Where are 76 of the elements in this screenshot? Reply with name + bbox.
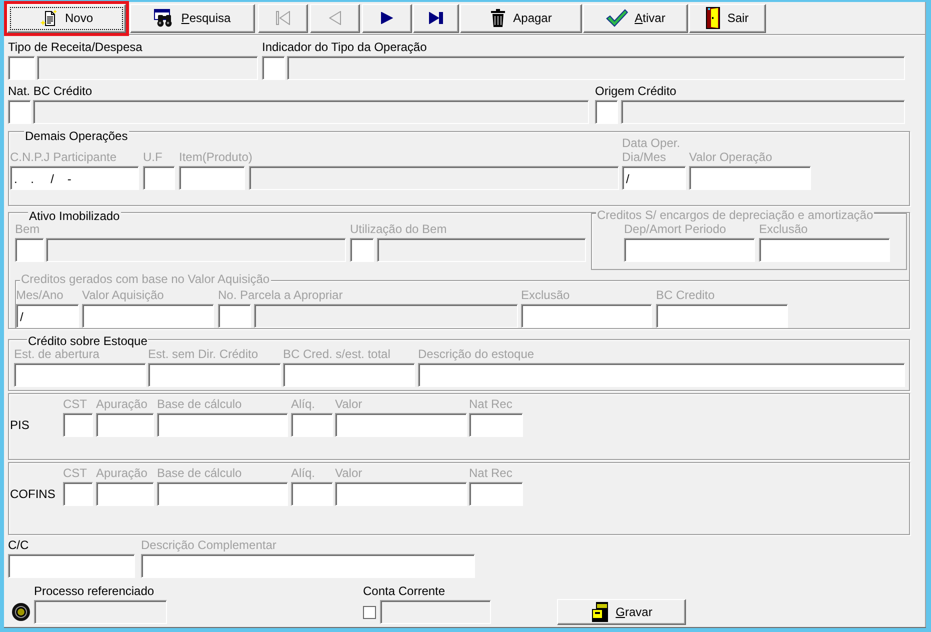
input-field[interactable] [8,100,31,124]
skip-end-icon [429,12,443,24]
delete-button[interactable]: Apagar [460,4,582,32]
next-record-button[interactable] [362,4,412,32]
field-label: Valor Aquisição [82,288,164,302]
input-field[interactable] [262,56,285,80]
field-label: Indicador do Tipo da Operação [262,40,427,54]
field-label: C/C [8,538,29,552]
field-label: Valor [335,397,362,411]
new-button[interactable]: Novo [7,4,126,32]
field-label: Est. de abertura [14,347,100,361]
field-label: Bem [15,222,40,236]
last-record-button[interactable] [413,4,459,32]
field-label: C.N.P.J Participante [10,150,116,164]
field-label: Alíq. [291,397,316,411]
field-label: BC Credito [656,288,715,302]
radio-button[interactable] [12,603,30,621]
field-label: CST [63,466,87,480]
field-label: Valor [335,466,362,480]
field-label: Item(Produto) [179,150,252,164]
skip-start-icon [276,11,290,25]
field-label: Descrição Complementar [141,538,276,552]
field-label: Nat Rec [469,397,512,411]
save-button[interactable]: Gravar [557,599,686,625]
readonly-field[interactable] [37,56,258,80]
field-label: Descrição do estoque [418,347,534,361]
row-label: COFINS [10,487,56,501]
search-button[interactable]: Pesquisa [130,4,255,32]
field-label: U.F [143,150,162,164]
field-label: Nat Rec [469,466,512,480]
document-icon [40,9,58,27]
field-label: Processo referenciado [34,584,154,598]
group-title: Ativo Imobilizado [28,209,121,223]
field-label: Valor Operação [689,150,772,164]
field-label: CST [63,397,87,411]
field-label: Alíq. [291,466,316,480]
door-icon [706,7,720,29]
field-label: Apuração [96,397,148,411]
input-field[interactable] [595,100,618,124]
field-label: Exclusão [759,222,808,236]
readonly-field[interactable] [287,56,905,80]
group-title: Creditos gerados com base no Valor Aquisição [20,272,271,286]
field-label: Base de cálculo [157,466,242,480]
field-label: Nat. BC Crédito [8,84,92,98]
readonly-field[interactable] [34,600,167,624]
input-field[interactable] [8,554,135,578]
group-title: Crédito sobre Estoque [27,334,148,348]
readonly-field[interactable] [380,600,491,624]
checkbox[interactable] [363,606,376,618]
field-label: Conta Corrente [363,584,446,598]
row-label: PIS [10,418,30,432]
field-label: BC Cred. s/est. total [283,347,390,361]
readonly-field[interactable] [33,100,589,124]
field-label: Mes/Ano [16,288,64,302]
field-label: Data Oper. Dia/Mes [622,136,680,164]
field-label: Utilização do Bem [350,222,447,236]
activate-button[interactable]: Ativar [583,4,688,32]
readonly-field[interactable] [621,100,905,124]
binoculars-icon [154,9,174,27]
field-label: Origem Crédito [595,84,676,98]
triangle-left-icon [329,11,341,25]
field-label: Est. sem Dir. Crédito [148,347,258,361]
field-label: Tipo de Receita/Despesa [8,40,142,54]
group-title: Creditos S/ encargos de depreciação e amortização [596,208,874,222]
checkmark-icon [606,9,628,27]
field-label: Base de cálculo [157,397,242,411]
group-title: Demais Operações [24,129,129,143]
trash-icon [490,9,506,27]
field-label: Exclusão [521,288,570,302]
field-label: Apuração [96,466,148,480]
field-label: No. Parcela a Apropriar [218,288,343,302]
field-label: Dep/Amort Periodo [624,222,726,236]
exit-button[interactable]: Sair [689,4,766,32]
input-field[interactable] [8,56,35,80]
file-cabinet-icon [590,602,609,622]
triangle-right-icon [381,12,393,24]
